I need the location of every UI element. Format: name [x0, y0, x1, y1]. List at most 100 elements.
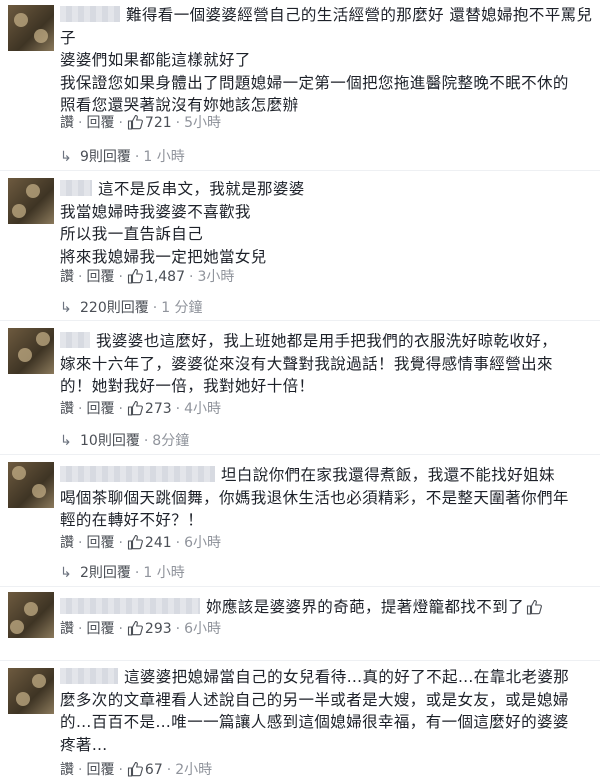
like-count[interactable]: 293 [145, 621, 172, 637]
like-button[interactable]: 讚 [60, 621, 74, 637]
view-replies-link[interactable]: ↳ 10則回覆 · 8分鐘 [60, 430, 189, 450]
reply-button[interactable]: 回覆 [86, 115, 114, 131]
like-count[interactable]: 67 [145, 762, 163, 778]
thumbs-up-icon[interactable] [127, 761, 143, 777]
comment-first-line: 這婆婆把媳婦當自己的女兒看待…真的好了不起…在靠北老婆那 [124, 668, 570, 686]
commenter-name[interactable] [60, 332, 90, 348]
comment-line: 輕的在轉好不好？！ [60, 511, 204, 529]
replies-timestamp: 8分鐘 [152, 433, 190, 449]
like-count[interactable]: 721 [145, 115, 172, 131]
separator-dot: · [118, 401, 123, 417]
timestamp[interactable]: 6小時 [184, 535, 221, 551]
like-button[interactable]: 讚 [60, 535, 74, 551]
reply-arrow-icon: ↳ [60, 565, 72, 581]
timestamp[interactable]: 2小時 [175, 762, 212, 778]
replies-timestamp: 1 小時 [143, 149, 185, 165]
commenter-name[interactable] [60, 6, 120, 22]
separator-dot: · [118, 115, 123, 131]
separator-dot: · [78, 621, 83, 637]
replies-timestamp: 1 小時 [143, 565, 185, 581]
separator-dot: · [78, 535, 83, 551]
replies-count[interactable]: 9則回覆 [80, 149, 131, 165]
like-count[interactable]: 273 [145, 401, 172, 417]
comment-line: 嫁來十六年了，婆婆從來沒有大聲對我說過話！我覺得感情事經營出來 [60, 354, 553, 373]
like-count[interactable]: 1,487 [145, 269, 185, 285]
reply-arrow-icon: ↳ [60, 149, 72, 165]
separator-dot: · [118, 535, 123, 551]
comment-line: 我當媳婦時我婆婆不喜歡我 [60, 202, 251, 221]
separator-dot: · [118, 621, 123, 637]
like-count[interactable]: 241 [145, 535, 172, 551]
comment-actions: 讚 · 回覆 · 273 · 4小時 [60, 400, 221, 418]
avatar[interactable] [8, 668, 54, 714]
comment-line: 照看您還哭著說沒有妳她該怎麼辦 [60, 96, 299, 114]
replies-count[interactable]: 2則回覆 [80, 565, 131, 581]
thumbs-up-icon[interactable] [127, 620, 143, 636]
separator-dot: · [118, 269, 123, 285]
view-replies-link[interactable]: ↳ 2則回覆 · 1 小時 [60, 562, 185, 582]
avatar[interactable] [8, 178, 54, 224]
comment-line: 的…百百不是…唯一一篇讓人感到這個媳婦很幸福，有一個這麼好的婆婆 [60, 713, 569, 731]
comment-text: 這婆婆把媳婦當自己的女兒看待…真的好了不起…在靠北老婆那 麼多次的文章裡看人述說… [60, 666, 590, 756]
comment-line: 我保證您如果身體出了問題媳婦一定第一個把您拖進醫院整晚不眠不休的 [60, 73, 569, 92]
thumbs-up-icon[interactable] [127, 114, 143, 130]
replies-count[interactable]: 220則回覆 [80, 300, 149, 316]
divider [0, 586, 600, 587]
comment-text: 我婆婆也這麼好，我上班她都是用手把我們的衣服洗好晾乾收好， 嫁來十六年了，婆婆從… [60, 330, 590, 398]
avatar[interactable] [8, 328, 54, 374]
view-replies-link[interactable]: ↳ 9則回覆 · 1 小時 [60, 146, 185, 166]
comment-text: 坦白說你們在家我還得煮飯，我還不能找好姐妹 喝個茶聊個天跳個舞，你媽我退休生活也… [60, 464, 590, 532]
thumbs-up-icon[interactable] [127, 534, 143, 550]
comment-line: 將來我媳婦我一定把她當女兒 [60, 247, 267, 266]
thumbs-up-icon[interactable] [127, 268, 143, 284]
comment-actions: 讚 · 回覆 · 241 · 6小時 [60, 534, 221, 552]
separator-dot: · [78, 401, 83, 417]
separator-dot: · [189, 269, 194, 285]
separator-dot: · [134, 149, 140, 165]
separator-dot: · [175, 401, 181, 417]
like-button[interactable]: 讚 [60, 115, 74, 131]
comment-line: 婆婆們如果都能這樣就好了 [60, 51, 251, 69]
commenter-name[interactable] [60, 668, 118, 684]
comment-first-line: 妳應該是婆婆界的奇葩，提著燈籠都找不到了 [206, 598, 525, 616]
comment-text: 難得看一個婆婆經營自己的生活經營的那麼好 還替媳婦抱不平罵兒 子 婆婆們如果都能… [60, 4, 592, 117]
timestamp[interactable]: 5小時 [184, 115, 221, 131]
reply-button[interactable]: 回覆 [86, 269, 114, 285]
timestamp[interactable]: 4小時 [184, 401, 221, 417]
comment-actions: 讚 · 回覆 · 67 · 2小時 [60, 761, 212, 779]
comment-line: 所以我一直告訴自己 [60, 225, 204, 243]
comment-line: 喝個茶聊個天跳個舞，你媽我退休生活也必須精彩，不是整天圍著你們年 [60, 488, 569, 507]
like-button[interactable]: 讚 [60, 269, 74, 285]
commenter-name[interactable] [60, 466, 215, 482]
comment-text: 妳應該是婆婆界的奇葩，提著燈籠都找不到了 [60, 596, 590, 619]
commenter-name[interactable] [60, 180, 92, 196]
divider [0, 454, 600, 455]
separator-dot: · [166, 762, 172, 778]
divider [0, 320, 600, 321]
separator-dot: · [152, 300, 158, 316]
comment-line: 疼著… [60, 735, 108, 754]
separator-dot: · [134, 565, 140, 581]
avatar[interactable] [8, 5, 54, 51]
reply-button[interactable]: 回覆 [86, 535, 114, 551]
commenter-name[interactable] [60, 598, 200, 614]
thumbs-up-icon [526, 599, 542, 615]
comment-text: 這不是反串文，我就是那婆婆 我當媳婦時我婆婆不喜歡我 所以我一直告訴自己 將來我… [60, 178, 590, 268]
reply-button[interactable]: 回覆 [86, 762, 114, 778]
comment-first-line: 坦白說你們在家我還得煮飯，我還不能找好姐妹 [221, 466, 555, 484]
reply-button[interactable]: 回覆 [86, 621, 114, 637]
comment-actions: 讚 · 回覆 · 293 · 6小時 [60, 620, 221, 638]
view-replies-link[interactable]: ↳ 220則回覆 · 1 分鐘 [60, 297, 203, 317]
reply-arrow-icon: ↳ [60, 433, 72, 449]
replies-timestamp: 1 分鐘 [161, 300, 203, 316]
thumbs-up-icon[interactable] [127, 400, 143, 416]
replies-count[interactable]: 10則回覆 [80, 433, 140, 449]
like-button[interactable]: 讚 [60, 401, 74, 417]
separator-dot: · [175, 115, 181, 131]
timestamp[interactable]: 3小時 [197, 269, 234, 285]
like-button[interactable]: 讚 [60, 762, 74, 778]
avatar[interactable] [8, 592, 54, 638]
timestamp[interactable]: 6小時 [184, 621, 221, 637]
reply-button[interactable]: 回覆 [86, 401, 114, 417]
avatar[interactable] [8, 462, 54, 508]
